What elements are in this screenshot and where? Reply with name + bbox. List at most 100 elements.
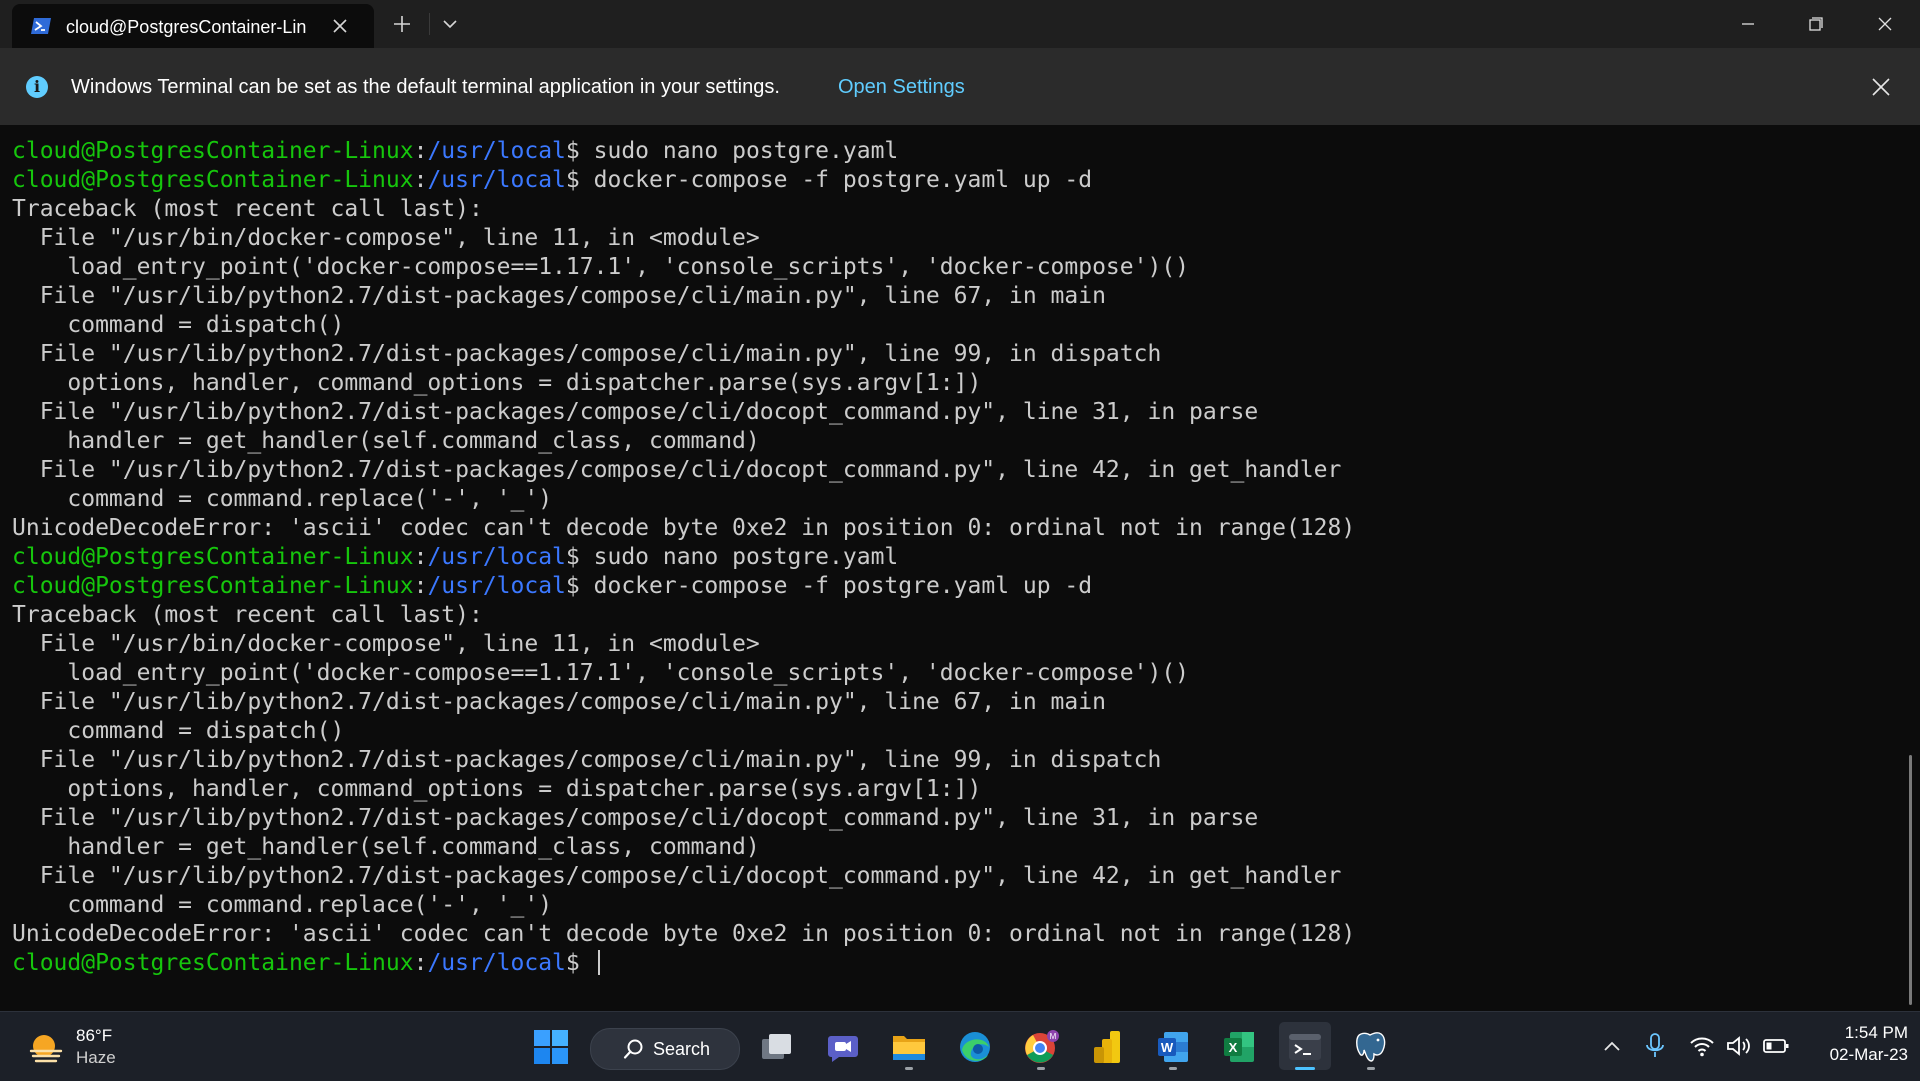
prompt-separator: : xyxy=(413,573,428,599)
chevron-down-icon[interactable] xyxy=(438,14,462,34)
output-text: load_entry_point('docker-compose==1.17.1… xyxy=(12,660,1190,686)
tab-divider xyxy=(429,13,430,35)
close-icon[interactable] xyxy=(1871,10,1899,38)
edge-button[interactable] xyxy=(949,1022,1001,1070)
prompt-separator: : xyxy=(413,167,428,193)
output-text: File "/usr/lib/python2.7/dist-packages/c… xyxy=(12,747,1162,773)
battery-icon[interactable] xyxy=(1762,1036,1790,1056)
pgadmin-button[interactable] xyxy=(1345,1022,1397,1070)
word-letter: W xyxy=(1161,1040,1174,1055)
info-icon: i xyxy=(26,76,48,98)
active-indicator xyxy=(1295,1067,1315,1070)
word-button[interactable]: W xyxy=(1147,1022,1199,1070)
running-indicator xyxy=(1169,1067,1177,1070)
power-bi-button[interactable] xyxy=(1081,1022,1133,1070)
prompt-user-host: cloud@PostgresContainer-Linux xyxy=(12,167,414,193)
prompt-symbol: $ xyxy=(565,950,594,976)
volume-icon[interactable] xyxy=(1725,1034,1753,1058)
terminal-output-line: File "/usr/bin/docker-compose", line 11,… xyxy=(12,630,1892,659)
terminal-output-line: command = command.replace('-', '_') xyxy=(12,485,1892,514)
running-indicator xyxy=(1037,1067,1045,1070)
prompt-symbol: $ xyxy=(565,544,594,570)
terminal-output-line: File "/usr/lib/python2.7/dist-packages/c… xyxy=(12,456,1892,485)
terminal-output-line: command = dispatch() xyxy=(12,311,1892,340)
terminal-output-line: command = dispatch() xyxy=(12,717,1892,746)
text-cursor xyxy=(597,950,600,975)
terminal-output-line: options, handler, command_options = disp… xyxy=(12,775,1892,804)
terminal-output-line: UnicodeDecodeError: 'ascii' codec can't … xyxy=(12,514,1892,543)
prompt-user-host: cloud@PostgresContainer-Linux xyxy=(12,573,414,599)
task-view-icon xyxy=(762,1034,791,1059)
task-view-button[interactable] xyxy=(751,1022,803,1070)
prompt-separator: : xyxy=(413,138,428,164)
tab-close-icon[interactable] xyxy=(330,16,350,36)
taskbar-search[interactable]: Search xyxy=(590,1028,740,1070)
terminal-button[interactable] xyxy=(1279,1022,1331,1070)
word-icon: W xyxy=(1158,1032,1188,1062)
terminal-icon xyxy=(1289,1034,1321,1060)
tab-title: cloud@PostgresContainer-Lin xyxy=(66,17,307,37)
terminal-output-line: command = command.replace('-', '_') xyxy=(12,891,1892,920)
excel-letter: X xyxy=(1229,1040,1238,1055)
terminal-output-line: options, handler, command_options = disp… xyxy=(12,369,1892,398)
edge-icon xyxy=(960,1032,990,1062)
output-text: handler = get_handler(self.command_class… xyxy=(12,834,760,860)
terminal-output-line: File "/usr/bin/docker-compose", line 11,… xyxy=(12,224,1892,253)
postgres-elephant-icon xyxy=(1356,1032,1386,1062)
wifi-icon[interactable] xyxy=(1689,1034,1715,1058)
output-text: File "/usr/bin/docker-compose", line 11,… xyxy=(12,225,760,251)
scrollbar-thumb[interactable] xyxy=(1909,755,1912,1005)
output-text: command = dispatch() xyxy=(12,312,345,338)
output-text: command = command.replace('-', '_') xyxy=(12,892,553,918)
search-label: Search xyxy=(653,1039,711,1059)
terminal-prompt-line: cloud@PostgresContainer-Linux:/usr/local… xyxy=(12,949,1892,978)
start-button[interactable] xyxy=(525,1022,577,1070)
powershell-icon xyxy=(31,18,51,34)
system-clock[interactable]: 1:54 PM 02-Mar-23 xyxy=(1800,1022,1908,1066)
minimize-icon[interactable] xyxy=(1734,10,1762,38)
weather-temperature: 86°F xyxy=(76,1026,113,1045)
prompt-user-host: cloud@PostgresContainer-Linux xyxy=(12,950,414,976)
prompt-symbol: $ xyxy=(565,167,594,193)
prompt-path: /usr/local xyxy=(427,167,566,193)
clock-date: 02-Mar-23 xyxy=(1829,1045,1908,1064)
microphone-icon[interactable] xyxy=(1643,1032,1667,1060)
terminal-pane[interactable]: cloud@PostgresContainer-Linux:/usr/local… xyxy=(0,125,1920,1011)
title-bar: cloud@PostgresContainer-Lin xyxy=(0,0,1920,48)
prompt-command: docker-compose -f postgre.yaml up -d xyxy=(593,167,1093,193)
chevron-up-icon[interactable] xyxy=(1600,1036,1624,1056)
infobar-close-icon[interactable] xyxy=(1870,76,1892,98)
terminal-prompt-line: cloud@PostgresContainer-Linux:/usr/local… xyxy=(12,543,1892,572)
terminal-prompt-line: cloud@PostgresContainer-Linux:/usr/local… xyxy=(12,166,1892,195)
prompt-path: /usr/local xyxy=(427,573,566,599)
terminal-output-line: File "/usr/lib/python2.7/dist-packages/c… xyxy=(12,398,1892,427)
output-text: File "/usr/lib/python2.7/dist-packages/c… xyxy=(12,399,1259,425)
tab-terminal-session[interactable]: cloud@PostgresContainer-Lin xyxy=(12,4,374,48)
terminal-output-line: File "/usr/lib/python2.7/dist-packages/c… xyxy=(12,746,1892,775)
chat-button[interactable] xyxy=(817,1022,869,1070)
terminal-output-line: UnicodeDecodeError: 'ascii' codec can't … xyxy=(12,920,1892,949)
open-settings-link[interactable]: Open Settings xyxy=(838,75,965,99)
weather-condition: Haze xyxy=(76,1048,116,1067)
chrome-button[interactable]: M xyxy=(1015,1022,1067,1070)
terminal-output-line: handler = get_handler(self.command_class… xyxy=(12,427,1892,456)
clock-time: 1:54 PM xyxy=(1844,1023,1908,1042)
terminal-output-line: File "/usr/lib/python2.7/dist-packages/c… xyxy=(12,862,1892,891)
running-indicator xyxy=(1367,1067,1375,1070)
terminal-output-line: Traceback (most recent call last): xyxy=(12,195,1892,224)
excel-button[interactable]: X xyxy=(1213,1022,1265,1070)
prompt-command: sudo nano postgre.yaml xyxy=(593,138,899,164)
file-explorer-button[interactable] xyxy=(883,1022,935,1070)
terminal-output-line: File "/usr/lib/python2.7/dist-packages/c… xyxy=(12,340,1892,369)
output-text: options, handler, command_options = disp… xyxy=(12,776,982,802)
output-text: File "/usr/lib/python2.7/dist-packages/c… xyxy=(12,805,1259,831)
prompt-command: docker-compose -f postgre.yaml up -d xyxy=(593,573,1093,599)
restore-icon[interactable] xyxy=(1802,10,1830,38)
new-tab-plus-icon[interactable] xyxy=(390,12,414,36)
prompt-separator: : xyxy=(413,544,428,570)
terminal-output-line: File "/usr/lib/python2.7/dist-packages/c… xyxy=(12,804,1892,833)
terminal-output-line: File "/usr/lib/python2.7/dist-packages/c… xyxy=(12,282,1892,311)
weather-widget[interactable]: 86°F Haze xyxy=(24,1024,164,1072)
terminal-output-line: handler = get_handler(self.command_class… xyxy=(12,833,1892,862)
terminal-prompt-line: cloud@PostgresContainer-Linux:/usr/local… xyxy=(12,572,1892,601)
